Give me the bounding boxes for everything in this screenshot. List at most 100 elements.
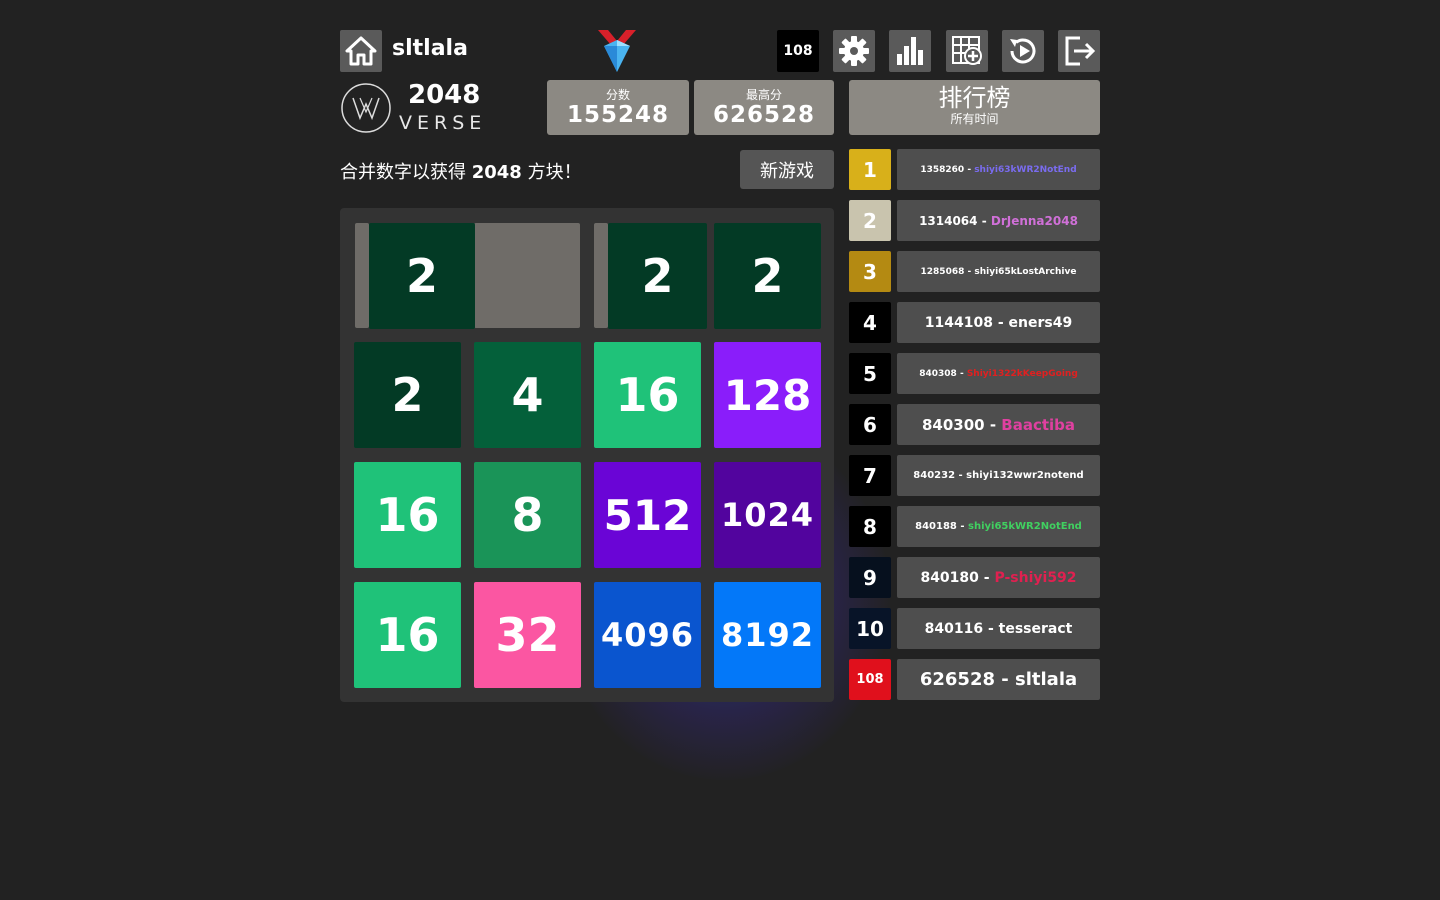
score-box: 分数 155248 (547, 80, 689, 135)
leaderboard-rank: 108 (849, 659, 891, 700)
replay-button[interactable] (1002, 30, 1044, 72)
home-button[interactable] (340, 30, 382, 72)
leaderboard-rank: 8 (849, 506, 891, 547)
leaderboard-entry[interactable]: 840300 - Baactiba (897, 404, 1100, 445)
leaderboard-rank: 2 (849, 200, 891, 241)
statistics-button[interactable] (889, 30, 931, 72)
leaderboard-score: 840232 (913, 470, 956, 481)
leaderboard-title: 排行榜 (938, 84, 1011, 112)
leaderboard-player-name: tesseract (998, 620, 1073, 637)
leaderboard-separator: - (956, 368, 967, 379)
leaderboard-separator: - (956, 521, 969, 532)
tile-32: 32 (474, 582, 581, 688)
new-game-button[interactable]: 新游戏 (740, 150, 834, 189)
leaderboard-rank: 1 (849, 149, 891, 190)
leaderboard-player-name: shiyi65kWR2NotEnd (968, 521, 1082, 532)
tile-4096: 4096 (594, 582, 701, 688)
leaderboard-separator: - (978, 569, 995, 586)
leaderboard-entry[interactable]: 1358260 - shiyi63kWR2NotEnd (897, 149, 1100, 190)
leaderboard-rank: 10 (849, 608, 891, 649)
leaderboard-player-name: sltlala (1015, 669, 1078, 690)
leaderboard-player-name: P-shiyi592 (994, 569, 1077, 586)
best-score-value: 626528 (712, 102, 816, 128)
leaderboard-rank: 6 (849, 404, 891, 445)
leaderboard-separator: - (977, 213, 991, 228)
leaderboard-score: 1285068 (920, 266, 965, 277)
logout-icon (1065, 36, 1096, 66)
logout-button[interactable] (1058, 30, 1100, 72)
leaderboard-separator: - (984, 415, 1002, 434)
gear-icon (839, 36, 869, 66)
tile-2: 2 (608, 223, 707, 329)
tile-16: 16 (354, 582, 461, 688)
tile-8: 8 (474, 462, 581, 568)
leaderboard-entry[interactable]: 1285068 - shiyi65kLostArchive (897, 251, 1100, 292)
leaderboard-score: 840180 (920, 569, 979, 586)
tile-2: 2 (369, 223, 475, 329)
new-grid-icon (952, 36, 982, 65)
leaderboard-period: 所有时间 (950, 112, 999, 126)
verse-logo-icon (341, 83, 391, 133)
new-grid-button[interactable] (946, 30, 988, 72)
leaderboard-rank: 4 (849, 302, 891, 343)
leaderboard-score: 840116 (924, 620, 984, 637)
leaderboard-rank: 5 (849, 353, 891, 394)
leaderboard-score: 1144108 (924, 314, 993, 331)
leaderboard-entry[interactable]: 840308 - Shiyi1322kKeepGoing (897, 353, 1100, 394)
brand-subtitle: VERSE (399, 112, 487, 134)
leaderboard-entry[interactable]: 840188 - shiyi65kWR2NotEnd (897, 506, 1100, 547)
leaderboard-score: 840188 (915, 521, 957, 532)
tile-16: 16 (594, 342, 701, 448)
replay-icon (1010, 38, 1036, 64)
score-value: 155248 (566, 102, 670, 128)
game-intro: 合并数字以获得 2048 方块！ (340, 158, 582, 184)
leaderboard-score: 840308 (919, 368, 957, 379)
best-score-label: 最高分 (745, 88, 782, 102)
username: sltlala (392, 36, 468, 61)
leaderboard-player-name: shiyi132wwr2notend (966, 470, 1084, 481)
leaderboard-entry[interactable]: 840232 - shiyi132wwr2notend (897, 455, 1100, 496)
leaderboard-entry[interactable]: 1144108 - eners49 (897, 302, 1100, 343)
leaderboard-entry[interactable]: 840116 - tesseract (897, 608, 1100, 649)
intro-text: 合并数字以获得 (340, 162, 472, 183)
leaderboard-player-name: shiyi63kWR2NotEnd (974, 164, 1077, 175)
leaderboard-entry[interactable]: 1314064 - DrJenna2048 (897, 200, 1100, 241)
leaderboard-header[interactable]: 排行榜 所有时间 (849, 80, 1100, 135)
gem-logo-icon (598, 30, 636, 72)
tile-2: 2 (354, 342, 461, 448)
brand-title: 2048 (408, 80, 481, 110)
leaderboard-player-name: eners49 (1008, 314, 1073, 331)
ghost-tile (355, 223, 369, 328)
game-board[interactable]: 2 2 2 2 4 16 128 16 8 512 1024 16 32 4096 8192 (340, 208, 834, 702)
leaderboard-separator: - (964, 266, 975, 277)
ghost-tile (594, 223, 608, 328)
settings-button[interactable] (833, 30, 875, 72)
leaderboard-score: 1314064 (919, 213, 978, 228)
leaderboard-score: 840300 (921, 415, 985, 434)
leaderboard-rank: 7 (849, 455, 891, 496)
leaderboard-separator: - (992, 314, 1009, 331)
tile-128: 128 (714, 342, 821, 448)
best-score-box: 最高分 626528 (694, 80, 834, 135)
leaderboard-player-name: Shiyi1322kKeepGoing (966, 368, 1078, 379)
leaderboard-entry[interactable]: 840180 - P-shiyi592 (897, 557, 1100, 598)
leaderboard-score: 626528 (919, 669, 995, 690)
leaderboard-separator: - (964, 164, 975, 175)
intro-text-end: 方块！ (521, 162, 582, 183)
tile-4: 4 (474, 342, 581, 448)
leaderboard-rank: 9 (849, 557, 891, 598)
intro-target: 2048 (471, 162, 522, 183)
score-label: 分数 (605, 88, 630, 102)
leaderboard-entry[interactable]: 626528 - sltlala (897, 659, 1100, 700)
leaderboard-player-name: shiyi65kLostArchive (974, 266, 1077, 277)
home-icon (345, 36, 377, 66)
leaderboard-player-name: DrJenna2048 (990, 213, 1078, 228)
leaderboard-rank: 3 (849, 251, 891, 292)
tile-1024: 1024 (714, 462, 821, 568)
tile-16: 16 (354, 462, 461, 568)
ghost-tile (474, 223, 580, 328)
leaderboard-player-name: Baactiba (1001, 415, 1076, 434)
leaderboard-separator: - (995, 669, 1016, 690)
rank-badge[interactable]: 108 (777, 30, 819, 72)
tile-8192: 8192 (714, 582, 821, 688)
